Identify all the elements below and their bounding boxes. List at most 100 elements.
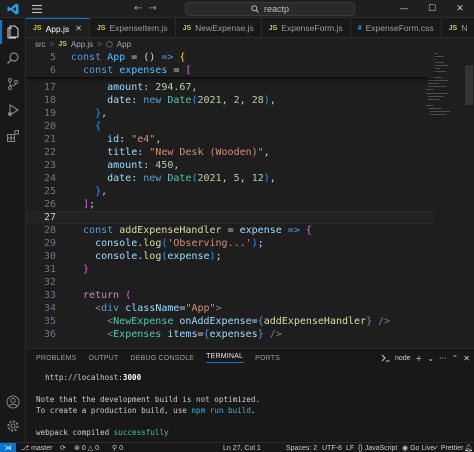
sticky-scroll-header[interactable]: 5 const App = () => { 6 const expenses =…: [26, 51, 434, 77]
panel-toolbar: node + ⌄ ··· ⌃ ✕: [381, 351, 470, 365]
terminal-line: http://localhost:3000: [36, 373, 466, 384]
ports-indicator[interactable]: ⚲ 0: [112, 443, 123, 452]
code-text: ];: [83, 199, 96, 210]
command-center-text: reactp: [263, 4, 289, 14]
code-line: 21 id: "e4",: [26, 133, 434, 146]
code-line: 25 },: [26, 185, 434, 198]
terminal-output[interactable]: http://localhost:3000 Note that the deve…: [36, 373, 466, 439]
settings-gear-icon[interactable]: [0, 414, 26, 438]
prettier-button[interactable]: ✓ Prettier: [433, 443, 463, 452]
maximize-button[interactable]: ☐: [418, 4, 446, 14]
command-center-search[interactable]: reactp: [185, 2, 355, 16]
hamburger-menu-icon[interactable]: [26, 0, 48, 18]
extensions-icon[interactable]: [0, 124, 26, 148]
tab-terminal[interactable]: TERMINAL: [206, 353, 244, 363]
tab-problems[interactable]: PROBLEMS: [36, 355, 77, 362]
sync-button[interactable]: ⟳: [60, 443, 66, 452]
code-text: date: new Date(2021, 5, 12),: [107, 173, 276, 184]
terminal-port: 3000: [122, 373, 142, 382]
bottom-panel: PROBLEMS OUTPUT DEBUG CONSOLE TERMINAL P…: [26, 348, 474, 442]
close-window-button[interactable]: ✕: [446, 4, 474, 14]
error-icon: ⊗: [74, 445, 80, 452]
terminal-text: To create a production build, use: [36, 406, 192, 415]
code-line: 5 const App = () => {: [26, 51, 434, 64]
tab-expenseform-js[interactable]: JS ExpenseForm.js: [262, 18, 351, 37]
code-line: 18 date: new Date(2021, 2, 28),: [26, 94, 434, 107]
run-debug-icon[interactable]: [0, 98, 26, 122]
status-bar: ⋊ ⎇ master ⟳ ⊗ 0 △ 0 ⚲ 0 Ln 27, Col 1 Sp…: [0, 442, 474, 452]
ports-icon: ⚲: [112, 445, 118, 452]
code-line: 28 const addExpenseHandler = expense => …: [26, 224, 434, 237]
code-text: const addExpenseHandler = expense => {: [83, 225, 312, 236]
editor-scrollbar[interactable]: [464, 51, 474, 348]
chevron-up-icon[interactable]: ⌃: [452, 354, 459, 363]
forward-arrow-icon[interactable]: →: [148, 3, 156, 14]
account-icon[interactable]: [0, 390, 26, 414]
line-number: 29: [43, 238, 56, 249]
line-number: 17: [43, 82, 56, 93]
language-label: JavaScript: [364, 444, 398, 452]
notifications-button[interactable]: 🔔︎: [464, 443, 473, 452]
line-number: 24: [43, 173, 56, 184]
search-icon[interactable]: [0, 46, 26, 70]
error-count: 0: [81, 444, 86, 452]
terminal-text: .: [250, 406, 256, 415]
code-editor[interactable]: 5 const App = () => { 6 const expenses =…: [26, 51, 474, 348]
branch-indicator[interactable]: ⎇ master: [21, 443, 52, 452]
more-actions-button[interactable]: ···: [439, 354, 447, 363]
tab-label: N: [461, 23, 468, 33]
breadcrumb-symbol[interactable]: App: [117, 40, 131, 49]
scrollbar-thumb[interactable]: [465, 65, 473, 105]
tab-label: NewExpense.js: [195, 23, 254, 33]
branch-name: master: [31, 444, 53, 452]
problems-indicator[interactable]: ⊗ 0 △ 0: [74, 443, 99, 452]
tab-overflow[interactable]: JS N: [442, 18, 474, 37]
code-line: 23 amount: 450,: [26, 159, 434, 172]
git-branch-icon: ⎇: [21, 445, 30, 452]
close-panel-button[interactable]: ✕: [463, 354, 470, 363]
tab-ports[interactable]: PORTS: [255, 355, 280, 362]
encoding-selector[interactable]: UTF-8: [322, 443, 342, 452]
indentation-selector[interactable]: Spaces: 2: [286, 443, 317, 452]
js-file-icon: JS: [58, 41, 67, 48]
terminal-name[interactable]: node: [395, 355, 411, 362]
breadcrumb-folder[interactable]: src: [35, 40, 46, 49]
back-arrow-icon[interactable]: ←: [134, 3, 142, 14]
code-text: date: new Date(2021, 2, 28),: [107, 95, 276, 106]
code-text: const App = () => {: [71, 52, 186, 63]
remote-indicator-button[interactable]: ⋊: [0, 443, 16, 452]
minimize-button[interactable]: —: [390, 4, 418, 14]
tab-debug-console[interactable]: DEBUG CONSOLE: [130, 355, 194, 362]
add-terminal-button[interactable]: +: [416, 354, 423, 363]
tab-newexpense-js[interactable]: JS NewExpense.js: [176, 18, 262, 37]
source-control-icon[interactable]: [0, 72, 26, 96]
tab-app-js[interactable]: JS App.js ✕: [26, 18, 90, 37]
line-number: 35: [43, 316, 56, 327]
line-number: 34: [43, 303, 56, 314]
code-line: 26 ];: [26, 198, 434, 211]
cursor-position[interactable]: Ln 27, Col 1: [223, 443, 261, 452]
explorer-icon[interactable]: [0, 20, 26, 44]
line-number: 20: [43, 121, 56, 132]
css-file-icon: #: [357, 24, 362, 32]
code-text: console.log('Observing...');: [95, 238, 264, 249]
tab-expenseform-css[interactable]: # ExpenseForm.css: [351, 18, 442, 37]
tab-output[interactable]: OUTPUT: [89, 355, 119, 362]
breadcrumb-file[interactable]: App.js: [71, 40, 93, 49]
tab-expenseitem-js[interactable]: JS ExpenseItem.js: [90, 18, 176, 37]
go-live-button[interactable]: ◉ Go Live: [402, 443, 434, 452]
close-tab-icon[interactable]: ✕: [75, 24, 82, 33]
language-selector[interactable]: {} JavaScript: [358, 443, 397, 452]
code-line: 27: [26, 211, 434, 224]
code-text: <div className="App">: [95, 303, 222, 314]
code-line: 6 const expenses = [: [26, 64, 434, 77]
line-number: 32: [43, 277, 56, 288]
eol-selector[interactable]: LF: [346, 443, 354, 452]
tab-label: ExpenseItem.js: [109, 23, 168, 33]
tab-label: App.js: [45, 23, 70, 34]
chevron-down-icon[interactable]: ⌄: [427, 354, 434, 363]
code-line: 20 {: [26, 120, 434, 133]
line-number: 19: [43, 108, 56, 119]
warning-count: 0: [95, 444, 100, 452]
editor-tabs: JS App.js ✕ JS ExpenseItem.js JS NewExpe…: [26, 18, 474, 38]
